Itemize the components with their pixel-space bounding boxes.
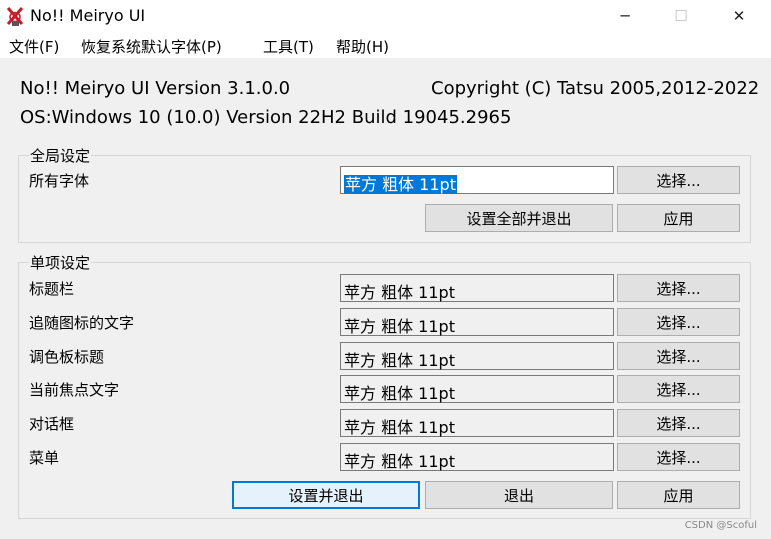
all-fonts-field[interactable]: 苹方 粗体 11pt (340, 166, 614, 194)
row-label-menu: 菜单 (29, 449, 60, 467)
focus-text-select-button[interactable]: 选择... (617, 375, 740, 403)
menu-restore-default-fonts[interactable]: 恢复系统默认字体(P) (81, 36, 222, 57)
os-text: OS:Windows 10 (10.0) Version 22H2 Build … (20, 107, 512, 128)
row-label-dialog: 对话框 (29, 415, 75, 433)
copyright-text: Copyright (C) Tatsu 2005,2012-2022 (431, 78, 760, 99)
menu-select-button[interactable]: 选择... (617, 443, 740, 471)
version-text: No!! Meiryo UI Version 3.1.0.0 (20, 78, 291, 99)
title-bar: No!! Meiryo UI ─ ☐ ✕ (0, 0, 771, 33)
single-apply-button[interactable]: 应用 (617, 481, 740, 509)
watermark: CSDN @Scoful (684, 520, 757, 531)
close-button[interactable]: ✕ (716, 0, 762, 32)
row-label-titlebar: 标题栏 (29, 280, 75, 298)
dialog-font-field[interactable]: 苹方 粗体 11pt (340, 409, 614, 437)
palette-title-select-button[interactable]: 选择... (617, 342, 740, 370)
dialog-select-button[interactable]: 选择... (617, 409, 740, 437)
single-settings-title: 单项设定 (29, 252, 92, 273)
icon-text-select-button[interactable]: 选择... (617, 308, 740, 336)
menu-file[interactable]: 文件(F) (9, 36, 59, 57)
menu-tools[interactable]: 工具(T) (263, 36, 314, 57)
menu-help[interactable]: 帮助(H) (336, 36, 389, 57)
all-fonts-select-button[interactable]: 选择... (617, 166, 740, 194)
window-title: No!! Meiryo UI (30, 6, 146, 25)
global-apply-button[interactable]: 应用 (617, 204, 740, 232)
all-fonts-value: 苹方 粗体 11pt (344, 175, 457, 194)
exit-button[interactable]: 退出 (425, 481, 613, 509)
row-label-focus-text: 当前焦点文字 (29, 381, 120, 399)
palette-title-font-field[interactable]: 苹方 粗体 11pt (340, 342, 614, 370)
row-label-icon-text: 追随图标的文字 (29, 314, 135, 332)
set-and-exit-button[interactable]: 设置并退出 (232, 481, 420, 509)
row-label-palette-title: 调色板标题 (29, 348, 105, 366)
set-all-and-exit-button[interactable]: 设置全部并退出 (425, 204, 613, 232)
menu-font-field[interactable]: 苹方 粗体 11pt (340, 443, 614, 471)
titlebar-select-button[interactable]: 选择... (617, 274, 740, 302)
global-settings-title: 全局设定 (29, 145, 92, 166)
maximize-button: ☐ (674, 7, 688, 25)
app-logo-icon (6, 7, 24, 26)
icon-text-font-field[interactable]: 苹方 粗体 11pt (340, 308, 614, 336)
focus-text-font-field[interactable]: 苹方 粗体 11pt (340, 375, 614, 403)
menu-bar: 文件(F) 恢复系统默认字体(P) 工具(T) 帮助(H) (0, 33, 771, 58)
titlebar-font-field[interactable]: 苹方 粗体 11pt (340, 274, 614, 302)
minimize-button[interactable]: ─ (602, 0, 648, 32)
all-fonts-label: 所有字体 (29, 172, 90, 190)
